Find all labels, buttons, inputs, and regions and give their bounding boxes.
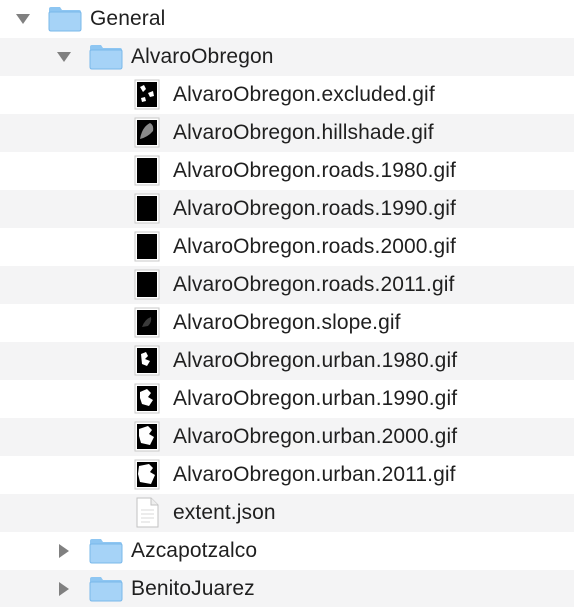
json-document-icon bbox=[134, 497, 160, 528]
disclosure-collapsed-icon[interactable] bbox=[56, 581, 72, 597]
file-row[interactable]: AlvaroObregon.roads.1980.gif bbox=[0, 152, 574, 190]
file-row[interactable]: AlvaroObregon.urban.2011.gif bbox=[0, 456, 574, 494]
gif-thumbnail-icon bbox=[134, 193, 160, 224]
file-label: AlvaroObregon.slope.gif bbox=[173, 311, 401, 334]
gif-thumbnail-icon bbox=[134, 269, 160, 300]
tree-row-root[interactable]: General bbox=[0, 0, 574, 38]
file-label: AlvaroObregon.excluded.gif bbox=[173, 83, 435, 106]
gif-thumbnail-icon bbox=[134, 155, 160, 186]
file-label: extent.json bbox=[173, 501, 276, 524]
file-row[interactable]: AlvaroObregon.hillshade.gif bbox=[0, 114, 574, 152]
gif-thumbnail-icon bbox=[134, 383, 160, 414]
file-row[interactable]: AlvaroObregon.urban.1990.gif bbox=[0, 380, 574, 418]
disclosure-expanded-icon[interactable] bbox=[15, 11, 31, 27]
file-label: AlvaroObregon.hillshade.gif bbox=[173, 121, 434, 144]
file-row[interactable]: AlvaroObregon.excluded.gif bbox=[0, 76, 574, 114]
folder-icon bbox=[89, 537, 123, 564]
gif-thumbnail-icon bbox=[134, 459, 160, 490]
file-row[interactable]: AlvaroObregon.roads.2011.gif bbox=[0, 266, 574, 304]
folder-label-alvaroobregon: AlvaroObregon bbox=[131, 45, 274, 68]
gif-thumbnail-icon bbox=[134, 421, 160, 452]
folder-icon bbox=[48, 5, 82, 32]
tree-row-folder[interactable]: Azcapotzalco bbox=[0, 532, 574, 570]
gif-thumbnail-icon bbox=[134, 345, 160, 376]
disclosure-expanded-icon[interactable] bbox=[56, 49, 72, 65]
file-label: AlvaroObregon.roads.2000.gif bbox=[173, 235, 456, 258]
file-row[interactable]: extent.json bbox=[0, 494, 574, 532]
disclosure-collapsed-icon[interactable] bbox=[56, 543, 72, 559]
file-label: AlvaroObregon.urban.2011.gif bbox=[173, 463, 456, 486]
folder-label-azcapotzalco: Azcapotzalco bbox=[131, 539, 258, 562]
file-label: AlvaroObregon.urban.1980.gif bbox=[173, 349, 458, 372]
file-label: AlvaroObregon.roads.1990.gif bbox=[173, 197, 456, 220]
file-row[interactable]: AlvaroObregon.urban.1980.gif bbox=[0, 342, 574, 380]
file-row[interactable]: AlvaroObregon.slope.gif bbox=[0, 304, 574, 342]
file-label: AlvaroObregon.urban.1990.gif bbox=[173, 387, 458, 410]
tree-row-folder[interactable]: AlvaroObregon bbox=[0, 38, 574, 76]
folder-label-general: General bbox=[90, 7, 166, 30]
finder-list-view: General AlvaroObregon AlvaroObregon.excl… bbox=[0, 0, 574, 607]
folder-icon bbox=[89, 43, 123, 70]
gif-thumbnail-icon bbox=[134, 231, 160, 262]
file-label: AlvaroObregon.roads.1980.gif bbox=[173, 159, 456, 182]
folder-icon bbox=[89, 575, 123, 602]
gif-thumbnail-icon bbox=[134, 79, 160, 110]
folder-label-benitojuarez: BenitoJuarez bbox=[131, 577, 255, 600]
file-label: AlvaroObregon.urban.2000.gif bbox=[173, 425, 458, 448]
gif-thumbnail-icon bbox=[134, 307, 160, 338]
file-row[interactable]: AlvaroObregon.roads.1990.gif bbox=[0, 190, 574, 228]
tree-row-folder[interactable]: BenitoJuarez bbox=[0, 570, 574, 607]
file-row[interactable]: AlvaroObregon.roads.2000.gif bbox=[0, 228, 574, 266]
file-row[interactable]: AlvaroObregon.urban.2000.gif bbox=[0, 418, 574, 456]
gif-thumbnail-icon bbox=[134, 117, 160, 148]
file-label: AlvaroObregon.roads.2011.gif bbox=[173, 273, 455, 296]
